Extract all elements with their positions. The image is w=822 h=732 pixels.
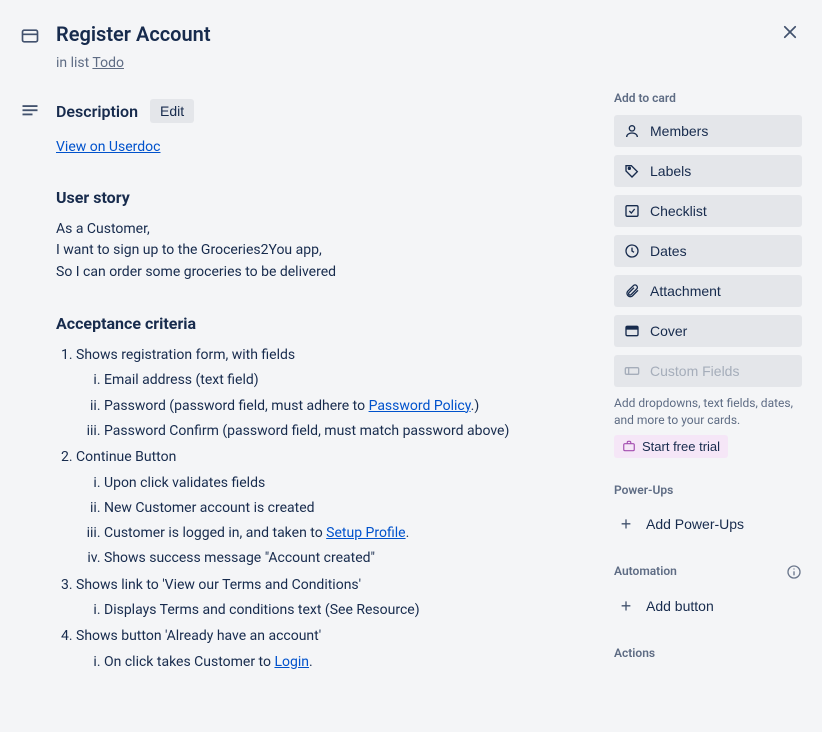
cover-button[interactable]: Cover — [614, 315, 802, 347]
tag-icon — [624, 163, 640, 179]
members-button[interactable]: Members — [614, 115, 802, 147]
power-ups-heading: Power-Ups — [614, 482, 802, 499]
attachment-button[interactable]: Attachment — [614, 275, 802, 307]
ac-item: Continue Button Upon click validates fie… — [76, 447, 598, 568]
ac-subitem: Displays Terms and conditions text (See … — [104, 600, 598, 620]
acceptance-criteria-heading: Acceptance criteria — [56, 312, 598, 335]
plus-icon: + — [618, 515, 634, 533]
edit-description-button[interactable]: Edit — [150, 99, 194, 123]
add-automation-button[interactable]: + Add button — [614, 589, 802, 623]
info-icon[interactable] — [786, 564, 802, 580]
automation-heading: Automation — [614, 563, 677, 580]
checklist-button[interactable]: Checklist — [614, 195, 802, 227]
paperclip-icon — [624, 283, 640, 299]
ac-subitem: Shows success message "Account created" — [104, 548, 598, 568]
add-power-ups-button[interactable]: + Add Power-Ups — [614, 507, 802, 541]
ac-item: Shows button 'Already have an account' O… — [76, 626, 598, 672]
ac-subitem: New Customer account is created — [104, 498, 598, 518]
description-heading: Description — [56, 100, 138, 123]
ac-subitem: Upon click validates fields — [104, 473, 598, 493]
user-icon — [624, 123, 640, 139]
custom-fields-hint: Add dropdowns, text fields, dates, and m… — [614, 395, 802, 429]
dates-button[interactable]: Dates — [614, 235, 802, 267]
description-body: View on Userdoc User story As a Customer… — [56, 137, 598, 672]
login-link[interactable]: Login — [274, 654, 309, 670]
ac-subitem: Password (password field, must adhere to… — [104, 396, 598, 416]
ac-subitem: Customer is logged in, and taken to Setu… — [104, 523, 598, 543]
user-story-heading: User story — [56, 186, 598, 209]
close-button[interactable] — [774, 16, 806, 48]
plus-icon: + — [618, 597, 634, 615]
ac-subitem: On click takes Customer to Login. — [104, 652, 598, 672]
description-icon — [20, 101, 40, 121]
checklist-icon — [624, 203, 640, 219]
ac-subitem: Email address (text field) — [104, 370, 598, 390]
cover-icon — [624, 323, 640, 339]
start-free-trial-button[interactable]: Start free trial — [614, 435, 728, 458]
user-story-line: As a Customer, — [56, 219, 598, 241]
briefcase-icon — [622, 439, 636, 453]
ac-item: Shows registration form, with fields Ema… — [76, 345, 598, 441]
custom-fields-button[interactable]: Custom Fields — [614, 355, 802, 387]
labels-button[interactable]: Labels — [614, 155, 802, 187]
setup-profile-link[interactable]: Setup Profile — [326, 525, 405, 541]
card-icon — [20, 26, 40, 46]
add-to-card-heading: Add to card — [614, 90, 802, 107]
card-title[interactable]: Register Account — [56, 20, 598, 49]
clock-icon — [624, 243, 640, 259]
card-list-location: in list Todo — [56, 53, 598, 73]
list-link[interactable]: Todo — [92, 55, 124, 71]
user-story-line: I want to sign up to the Groceries2You a… — [56, 240, 598, 262]
user-story-line: So I can order some groceries to be deli… — [56, 262, 598, 284]
ac-item: Shows link to 'View our Terms and Condit… — [76, 575, 598, 621]
view-on-userdoc-link[interactable]: View on Userdoc — [56, 139, 160, 155]
actions-heading: Actions — [614, 645, 802, 662]
close-icon — [781, 23, 799, 41]
ac-subitem: Password Confirm (password field, must m… — [104, 421, 598, 441]
password-policy-link[interactable]: Password Policy — [369, 398, 471, 414]
custom-fields-icon — [624, 363, 640, 379]
acceptance-criteria-list: Shows registration form, with fields Ema… — [56, 345, 598, 672]
